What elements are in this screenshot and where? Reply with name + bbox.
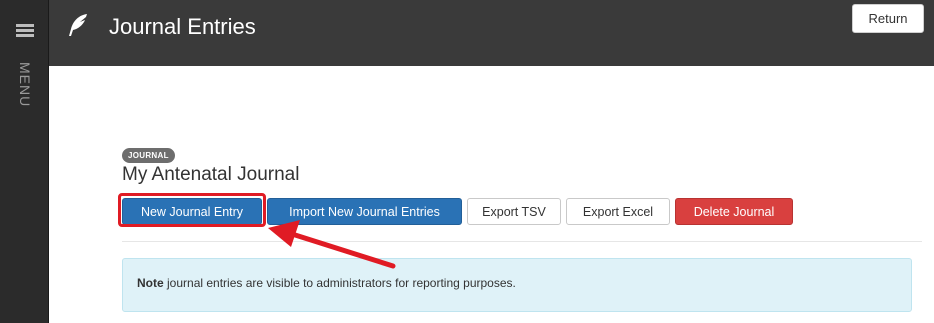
import-entries-button[interactable]: Import New Journal Entries [267,198,462,225]
delete-journal-button[interactable]: Delete Journal [675,198,793,225]
page-title: Journal Entries [109,14,256,39]
journal-badge: JOURNAL [122,148,175,163]
new-journal-entry-button[interactable]: New Journal Entry [122,198,262,225]
note-text: journal entries are visible to administr… [163,276,516,290]
export-tsv-button[interactable]: Export TSV [467,198,561,225]
main-content: JOURNAL My Antenatal Journal New Journal… [49,66,934,323]
divider [122,241,922,242]
menu-label[interactable]: MENU [12,60,38,110]
hamburger-icon[interactable] [16,24,34,38]
note-alert: Note journal entries are visible to admi… [122,258,912,312]
journal-title: My Antenatal Journal [122,164,300,185]
note-label: Note [137,276,164,290]
sidebar: MENU [0,0,49,323]
feather-icon [69,14,87,36]
header-bar: Journal Entries Return [49,0,934,66]
export-excel-button[interactable]: Export Excel [566,198,670,225]
return-button[interactable]: Return [852,4,924,33]
